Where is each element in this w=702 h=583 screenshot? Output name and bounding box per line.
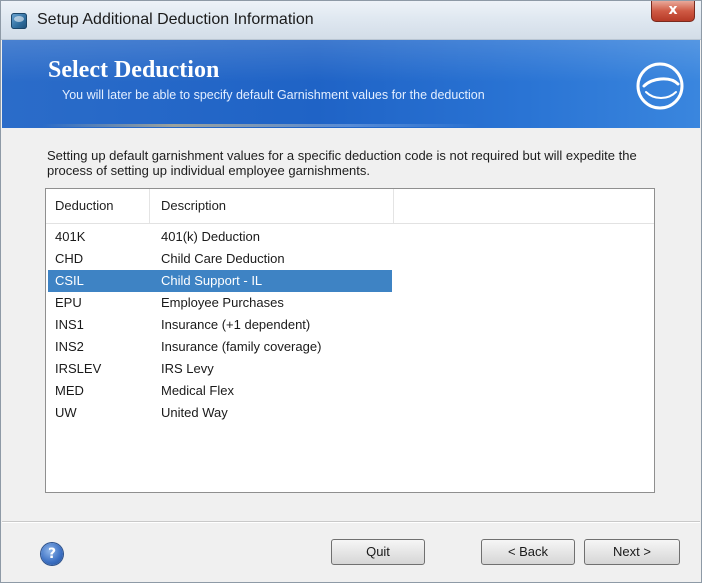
list-row[interactable]: UW United Way (46, 402, 654, 424)
deduction-code: CHD (55, 251, 84, 266)
deduction-code: UW (55, 405, 77, 420)
deduction-description: Insurance (+1 dependent) (161, 317, 311, 332)
list-row-selected[interactable]: CSIL Child Support - IL (46, 270, 654, 292)
banner-subtitle: You will later be able to specify defaul… (62, 88, 485, 102)
deduction-description: Child Support - IL (161, 273, 263, 288)
deduction-code: MED (55, 383, 84, 398)
deduction-description: Insurance (family coverage) (161, 339, 322, 354)
banner-accent-line (42, 124, 480, 127)
deduction-code: 401K (55, 229, 86, 244)
list-row[interactable]: 401K 401(k) Deduction (46, 226, 654, 248)
list-row[interactable]: IRSLEV IRS Levy (46, 358, 654, 380)
list-header: Deduction Description (46, 189, 654, 224)
deduction-listbox[interactable]: Deduction Description 401K 401(k) Deduct… (45, 188, 655, 493)
intro-text: Setting up default garnishment values fo… (47, 148, 637, 178)
footer-divider (2, 521, 700, 522)
list-row[interactable]: INS1 Insurance (+1 dependent) (46, 314, 654, 336)
close-button[interactable]: x (651, 1, 695, 22)
banner-title: Select Deduction (48, 57, 220, 83)
next-button[interactable]: Next > (584, 539, 680, 565)
app-icon (11, 13, 27, 29)
deduction-description: Child Care Deduction (161, 251, 285, 266)
list-rows: 401K 401(k) Deduction CHD Child Care Ded… (46, 226, 654, 424)
e-swirl-logo-icon (636, 62, 684, 110)
deduction-code: INS2 (55, 339, 84, 354)
deduction-description: Medical Flex (161, 383, 234, 398)
list-row[interactable]: INS2 Insurance (family coverage) (46, 336, 654, 358)
deduction-description: IRS Levy (161, 361, 214, 376)
deduction-description: United Way (161, 405, 228, 420)
setup-deduction-dialog: Setup Additional Deduction Information x… (0, 0, 702, 583)
deduction-code: IRSLEV (55, 361, 102, 376)
deduction-code: INS1 (55, 317, 84, 332)
back-button[interactable]: < Back (481, 539, 575, 565)
deduction-description: Employee Purchases (161, 295, 284, 310)
window-title: Setup Additional Deduction Information (37, 11, 314, 28)
deduction-description: 401(k) Deduction (161, 229, 260, 244)
quit-button[interactable]: Quit (331, 539, 425, 565)
deduction-code: EPU (55, 295, 82, 310)
wizard-banner: Select Deduction You will later be able … (2, 40, 700, 128)
title-bar[interactable]: Setup Additional Deduction Information x (1, 1, 701, 40)
column-header-description[interactable]: Description (150, 189, 394, 223)
list-row[interactable]: CHD Child Care Deduction (46, 248, 654, 270)
list-row[interactable]: EPU Employee Purchases (46, 292, 654, 314)
column-header-deduction[interactable]: Deduction (46, 189, 150, 223)
deduction-code: CSIL (55, 273, 84, 288)
help-icon[interactable]: ? (41, 543, 63, 565)
list-row[interactable]: MED Medical Flex (46, 380, 654, 402)
